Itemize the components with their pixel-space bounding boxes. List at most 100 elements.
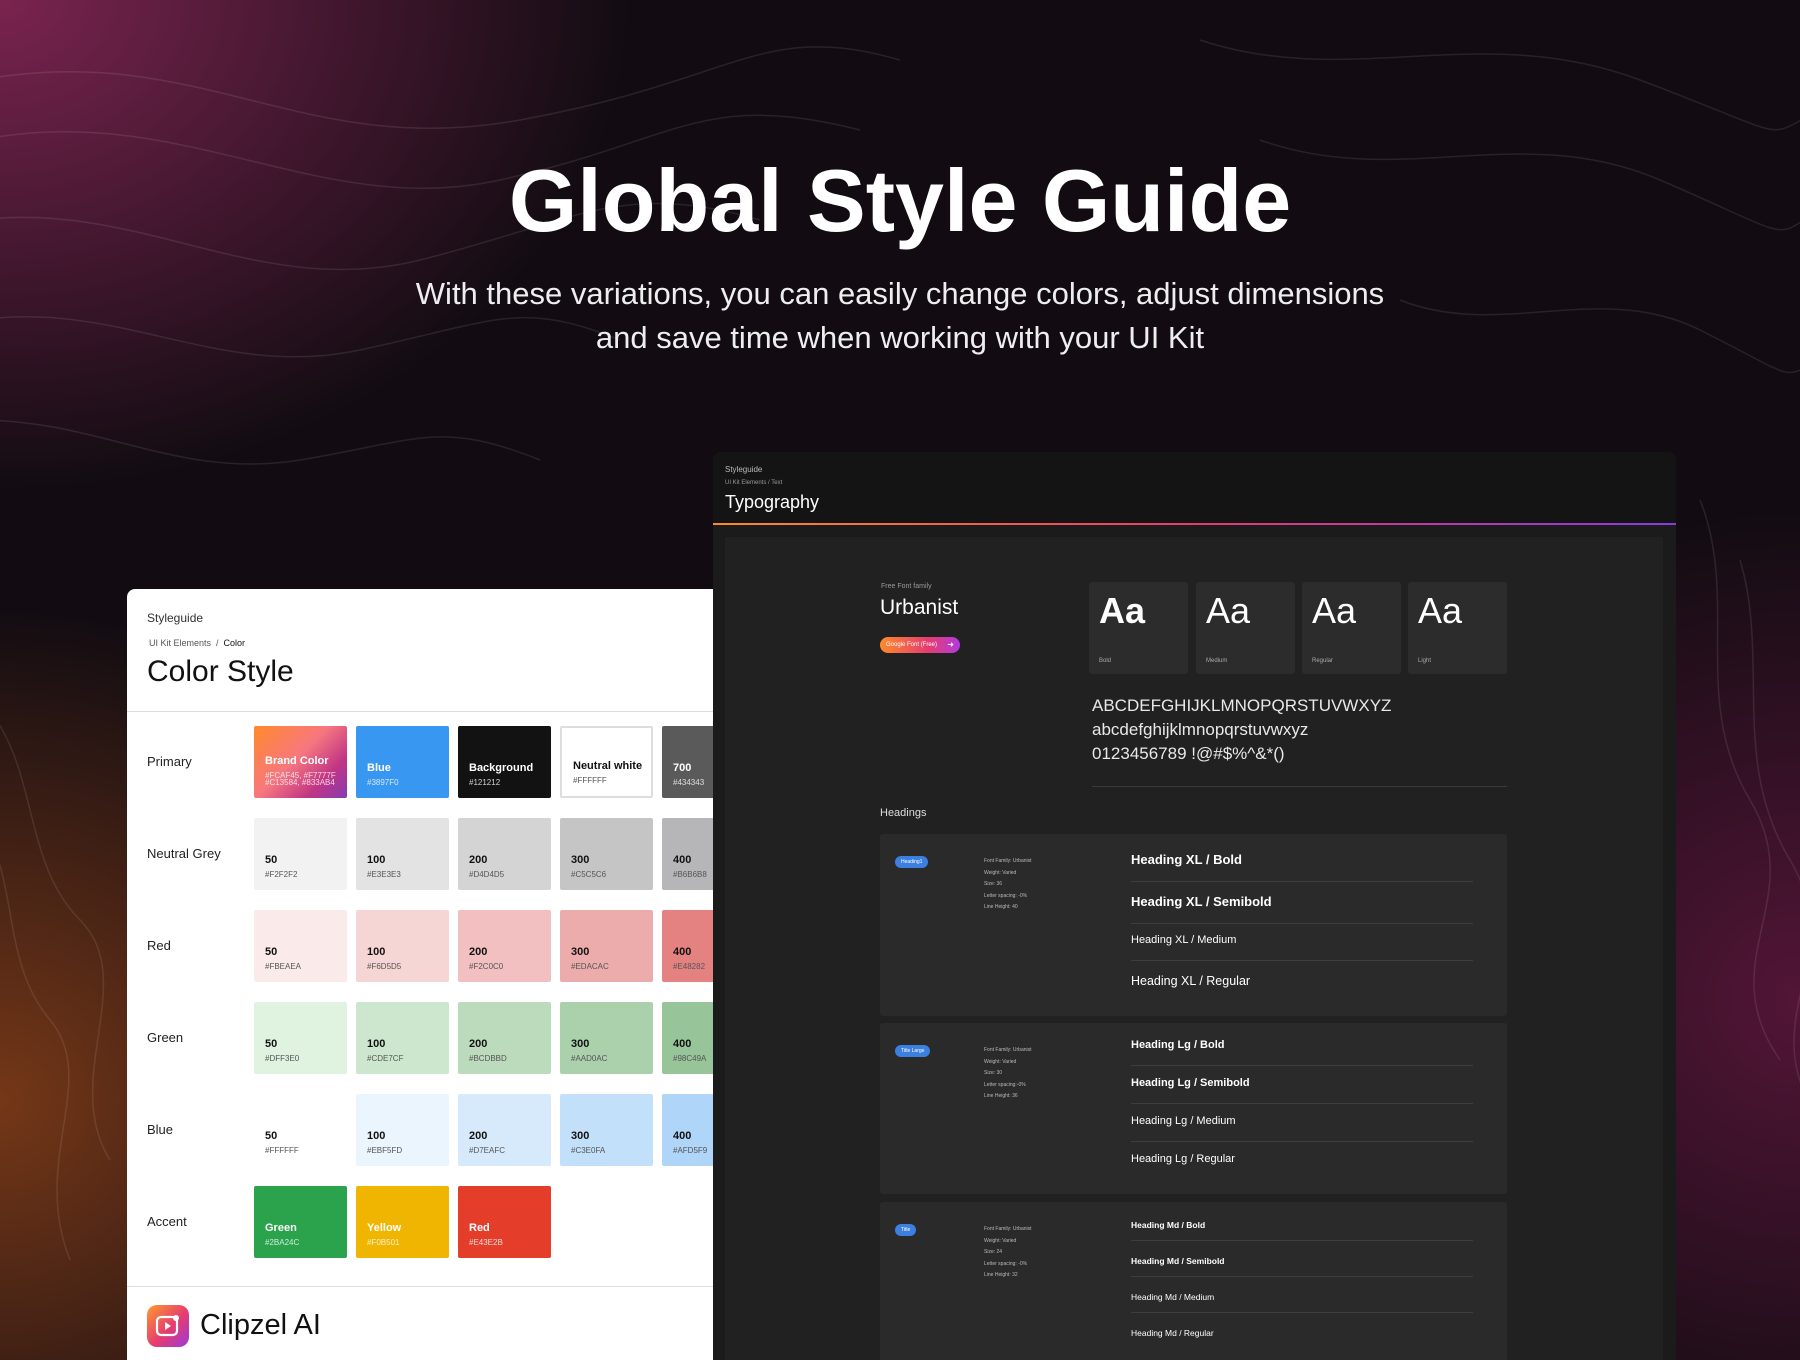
color-swatch[interactable]: Brand Color #FCAF45, #F7777F #C13584, #833… bbox=[254, 726, 347, 798]
color-swatch[interactable]: 200 #D4D4D5 bbox=[458, 818, 551, 890]
color-row-label: Blue bbox=[147, 1122, 174, 1137]
color-swatch[interactable]: 50 #F2F2F2 bbox=[254, 818, 347, 890]
swatch-hex: #D4D4D5 bbox=[469, 870, 505, 879]
color-swatch[interactable]: 400 #B6B6B8 bbox=[662, 818, 713, 890]
swatch-hex: #C3E0FA bbox=[571, 1146, 606, 1155]
color-swatch[interactable]: 300 #C3E0FA bbox=[560, 1094, 653, 1166]
swatch-hex: #2BA24C bbox=[265, 1238, 300, 1247]
color-swatch[interactable]: Yellow #F0B501 bbox=[356, 1186, 449, 1258]
spec-line: Size: 24 bbox=[984, 1249, 1003, 1255]
swatch-hex: #EBF5FD bbox=[367, 1146, 403, 1155]
spec-line: Line Height: 36 bbox=[984, 1093, 1018, 1099]
font-weight-card: Aa Medium bbox=[1196, 582, 1295, 674]
color-swatch[interactable]: 100 #F6D5D5 bbox=[356, 910, 449, 982]
weight-sample: Aa bbox=[1312, 590, 1357, 631]
google-font-badge-label: Google Font (Free) bbox=[886, 642, 938, 648]
weight-sample: Aa bbox=[1099, 590, 1146, 631]
color-swatch[interactable]: 200 #BCDBBD bbox=[458, 1002, 551, 1074]
swatch-hex: #E3E3E3 bbox=[367, 870, 401, 879]
color-swatch[interactable]: 300 #C5C5C6 bbox=[560, 818, 653, 890]
heading-group-card: Title Large Font Family: Urbanist Weight: … bbox=[880, 1023, 1507, 1194]
color-swatch[interactable]: 700 #434343 bbox=[662, 726, 713, 798]
spec-line: Weight: Varied bbox=[984, 869, 1017, 876]
swatch-name: 300 bbox=[571, 1038, 590, 1050]
swatch-name: Blue bbox=[367, 762, 391, 774]
spec-line: Letter spacing:-0% bbox=[984, 1081, 1026, 1088]
font-weight-card: Aa Bold bbox=[1089, 582, 1188, 674]
color-swatch[interactable]: 50 #DFF3E0 bbox=[254, 1002, 347, 1074]
color-swatch[interactable]: 400 #98C49A bbox=[662, 1002, 713, 1074]
heading-spec-meta: Font Family: Urbanist Weight: Varied Size:… bbox=[984, 856, 1032, 914]
google-font-badge[interactable]: Google Font (Free) ➜ bbox=[880, 637, 960, 653]
color-swatch[interactable]: 200 #D7EAFC bbox=[458, 1094, 551, 1166]
color-swatch[interactable]: Green #2BA24C bbox=[254, 1186, 347, 1258]
swatch-name: 100 bbox=[367, 1130, 386, 1142]
swatch-name: 400 bbox=[673, 946, 692, 958]
color-row-label: Neutral Grey bbox=[147, 846, 221, 861]
swatch-hex: #C5C5C6 bbox=[571, 870, 607, 879]
arrow-right-icon: ➜ bbox=[947, 640, 954, 649]
color-row-label: Primary bbox=[147, 754, 192, 769]
breadcrumb[interactable]: UI Kit Elements / Text bbox=[725, 480, 782, 486]
spec-line: Line Height: 40 bbox=[984, 904, 1018, 910]
swatch-hex: #434343 bbox=[673, 778, 705, 787]
heading-level-badge: Title bbox=[895, 1224, 917, 1236]
headings-section-label: Headings bbox=[880, 807, 927, 819]
header-divider bbox=[127, 711, 713, 712]
color-swatch[interactable]: 300 #AAD0AC bbox=[560, 1002, 653, 1074]
breadcrumb-current: Color bbox=[223, 638, 246, 648]
page-title: Typography bbox=[725, 492, 820, 512]
swatch-hex: #DFF3E0 bbox=[265, 1054, 300, 1063]
swatch-hex: #CDE7CF bbox=[367, 1054, 404, 1063]
swatch-name: Green bbox=[265, 1222, 297, 1234]
swatch-name: 400 bbox=[673, 854, 692, 866]
font-weight-card: Aa Light bbox=[1408, 582, 1507, 674]
typography-panel: Styleguide UI Kit Elements / Text Typogr… bbox=[713, 452, 1676, 1360]
heading-spec-meta: Font Family: Urbanist Weight: Varied Size:… bbox=[984, 1045, 1032, 1103]
color-swatch[interactable]: 300 #EDACAC bbox=[560, 910, 653, 982]
swatch-hex: #98C49A bbox=[673, 1054, 707, 1063]
swatch-hex: #AFD5F9 bbox=[673, 1146, 708, 1155]
color-swatch[interactable]: 400 #AFD5F9 bbox=[662, 1094, 713, 1166]
hero-subtitle-line-1: With these variations, you can easily ch… bbox=[415, 276, 1385, 311]
heading-style-sample: Heading XL / Medium bbox=[1131, 934, 1473, 961]
color-swatch[interactable]: 100 #E3E3E3 bbox=[356, 818, 449, 890]
font-family-name: Urbanist bbox=[880, 596, 959, 619]
color-swatch[interactable]: Red #E43E2B bbox=[458, 1186, 551, 1258]
header-gradient-divider bbox=[713, 523, 1676, 525]
swatch-name: 400 bbox=[673, 1130, 692, 1142]
spec-line: Size: 36 bbox=[984, 881, 1003, 887]
color-swatch[interactable]: 100 #CDE7CF bbox=[356, 1002, 449, 1074]
swatch-name: 400 bbox=[673, 1038, 692, 1050]
color-swatch[interactable]: Neutral white #FFFFFF bbox=[560, 726, 653, 798]
swatch-name: 200 bbox=[469, 946, 488, 958]
section-label: Styleguide bbox=[725, 465, 763, 474]
footer-divider bbox=[127, 1286, 713, 1287]
hero-title: Global Style Guide bbox=[508, 151, 1292, 250]
typography-header bbox=[713, 452, 1676, 524]
weight-label: Medium bbox=[1206, 658, 1228, 664]
color-swatch[interactable]: 100 #EBF5FD bbox=[356, 1094, 449, 1166]
color-swatch[interactable]: Blue #3897F0 bbox=[356, 726, 449, 798]
swatch-name: Brand Color bbox=[265, 755, 329, 767]
breadcrumb-parent[interactable]: UI Kit Elements bbox=[149, 638, 211, 648]
swatch-hex: #F2C0C0 bbox=[469, 962, 504, 971]
color-swatch[interactable]: Background #121212 bbox=[458, 726, 551, 798]
font-weight-card: Aa Regular bbox=[1302, 582, 1401, 674]
color-swatch[interactable]: 400 #E48282 bbox=[662, 910, 713, 982]
swatch-hex: #F6D5D5 bbox=[367, 962, 402, 971]
swatch-hex-secondary: #C13584, #833AB4 bbox=[265, 778, 335, 787]
color-swatch[interactable]: 200 #F2C0C0 bbox=[458, 910, 551, 982]
color-swatch[interactable]: 50 #FFFFFF bbox=[254, 1094, 347, 1166]
swatch-name: 200 bbox=[469, 1038, 488, 1050]
page-title: Color Style bbox=[147, 655, 294, 688]
swatch-name: Yellow bbox=[367, 1222, 402, 1234]
spec-line: Letter spacing: -0% bbox=[984, 892, 1028, 899]
color-swatch[interactable]: 50 #FBEAEA bbox=[254, 910, 347, 982]
heading-style-sample: Heading XL / Semibold bbox=[1131, 894, 1473, 924]
swatch-name: 100 bbox=[367, 946, 386, 958]
spec-line: Font Family: Urbanist bbox=[984, 1047, 1032, 1053]
brand-name: Clipzel AI bbox=[200, 1309, 321, 1341]
swatch-hex: #FBEAEA bbox=[265, 962, 302, 971]
heading-level-badge: Heading1 bbox=[895, 856, 929, 868]
